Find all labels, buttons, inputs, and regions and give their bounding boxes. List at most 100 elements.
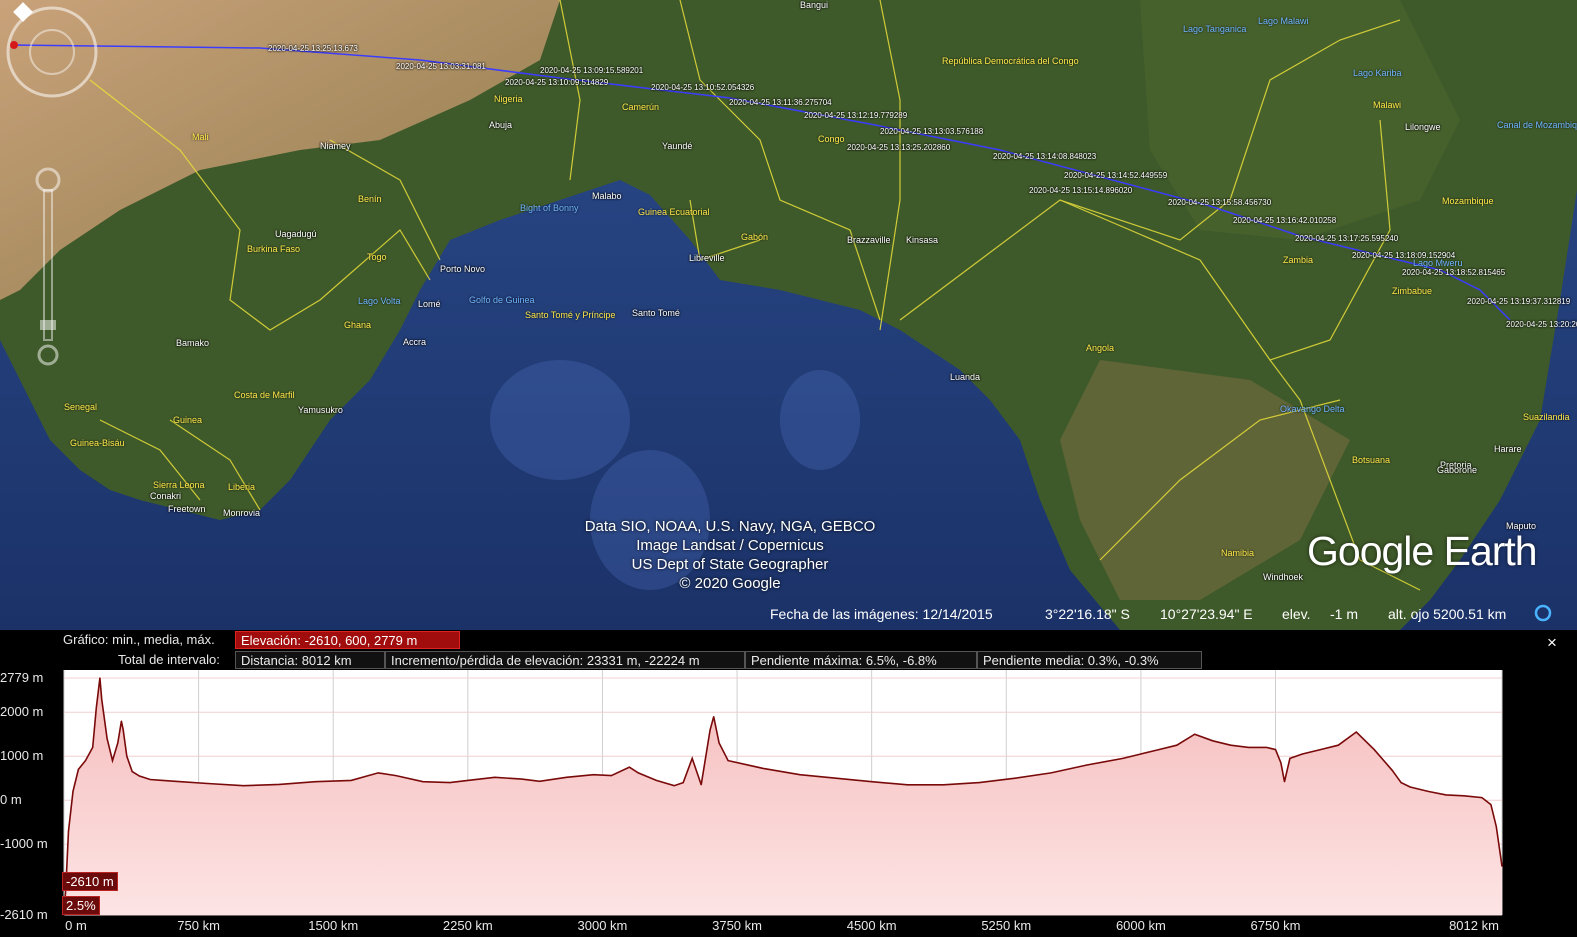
track-timestamp: 2020-04-25 13:15:58.456730 [1168, 198, 1272, 207]
elevation-point [106, 738, 108, 740]
globe-view[interactable]: Mali Nigeria Camerún Benín Burkina Faso Togo G… [0, 0, 1577, 630]
elevation-point [565, 776, 568, 778]
track-timestamp: 2020-04-25 13:13:03.576188 [880, 127, 984, 136]
track-timestamp: 2020-04-25 13:18:09.152904 [1352, 251, 1456, 260]
elevation-point [1194, 733, 1196, 735]
elevation-point [1230, 744, 1232, 746]
elevation-point [763, 767, 765, 770]
water-label: Canal de Mozambique [1497, 120, 1577, 130]
water-label: Bight of Bonny [520, 203, 579, 213]
close-profile-button[interactable]: × [1547, 633, 1557, 653]
elevation-point [99, 677, 101, 679]
track-timestamp: 2020-04-25 13:09:15.589201 [540, 66, 644, 75]
elevation-point [1050, 772, 1052, 774]
x-tick-label: 2250 km [442, 918, 493, 933]
elevation-point [1427, 790, 1429, 793]
elevation-point [691, 757, 693, 760]
google-earth-logo: Google Earth [1307, 528, 1538, 574]
country-label: Camerún [622, 102, 660, 112]
country-label: Guinea [173, 415, 203, 425]
city-label: Bamako [176, 338, 210, 348]
zoom-slider-handle[interactable] [40, 320, 56, 330]
imagery-attribution: Data SIO, NOAA, U.S. Navy, NGA, GEBCO Im… [560, 517, 900, 593]
elevation-point [1319, 749, 1321, 751]
country-label: Liberia [228, 482, 256, 492]
city-label: Accra [403, 337, 427, 347]
track-timestamp: 2020-04-25 13:13:25.202860 [847, 143, 951, 152]
elevation-point [1247, 746, 1250, 749]
x-tick-label: 3750 km [712, 918, 762, 933]
elevation-point [628, 766, 630, 768]
city-label: Malabo [592, 191, 622, 201]
country-label: Zambia [1283, 255, 1314, 265]
zoom-in-icon[interactable] [35, 167, 61, 193]
city-label: Uagadugú [275, 229, 317, 239]
elevation-point [835, 777, 837, 779]
elevation-point [1274, 749, 1277, 751]
elevation-point [709, 729, 711, 731]
graph-stats-label: Gráfico: min., media, máx. [63, 632, 215, 647]
elevation-point [1409, 786, 1411, 788]
city-label: Harare [1494, 444, 1522, 454]
x-tick-label: 6000 km [1115, 918, 1166, 933]
elevation-point [610, 774, 613, 777]
x-tick-label: 0 m [65, 918, 87, 933]
track-timestamp: 2020-04-25 13:18:52.815465 [1402, 268, 1506, 277]
country-label: Botsuana [1352, 455, 1391, 465]
elevation-point [1301, 753, 1304, 755]
elevation-point [592, 774, 595, 776]
country-label: Togo [367, 252, 387, 262]
eye-altitude: alt. ojo 5200.51 km [1388, 606, 1507, 622]
track-timestamp: 2020-04-25 13:20:20.924215 [1506, 320, 1577, 329]
elevation-point [242, 785, 245, 787]
water-label: Okavango Delta [1280, 404, 1345, 414]
distance-stat: Distancia: 8012 km [235, 651, 385, 669]
elevation-point [1289, 757, 1291, 760]
elevation-point [350, 779, 352, 782]
elevation-point [1337, 744, 1339, 746]
slope-marker: 2.5% [62, 896, 100, 915]
elevation-point [180, 781, 182, 783]
elevation-point [467, 779, 469, 782]
look-joystick-icon[interactable] [29, 29, 75, 75]
elevation-point [101, 698, 103, 700]
country-label: Ghana [344, 320, 372, 330]
elevation-point [1158, 749, 1160, 751]
city-label: Santo Tomé [632, 308, 680, 318]
track-timestamp: 2020-04-25 13:11:36.275704 [729, 98, 832, 107]
navigation-controls[interactable] [0, 0, 105, 385]
elevation-point [1495, 826, 1497, 828]
y-tick-label: 2000 m [0, 704, 44, 720]
elevation-point [84, 760, 87, 762]
city-label: Freetown [168, 504, 206, 514]
north-compass-icon[interactable] [13, 2, 33, 22]
zoom-slider[interactable] [43, 189, 53, 341]
elevation-chart[interactable] [0, 670, 1577, 937]
elevation-point [727, 760, 729, 762]
zoom-out-icon[interactable] [37, 344, 59, 366]
elevation-stats: Elevación: -2610, 600, 2779 m [235, 631, 460, 649]
elevation-point [278, 783, 280, 785]
track-timestamp: 2020-04-25 13:15:14.896020 [1029, 186, 1133, 195]
y-tick-label: 2779 m [0, 670, 44, 685]
elevation-point [1501, 865, 1503, 867]
city-label: Luanda [950, 372, 981, 382]
track-timestamp: 2020-04-25 13:16:42.010258 [1233, 216, 1337, 225]
elevation-point [131, 771, 133, 773]
elevation-point [718, 742, 720, 744]
elevation-point [449, 782, 451, 784]
attribution-line: © 2020 Google [679, 575, 781, 592]
country-label: Guinea-Bisáu [70, 438, 125, 448]
x-tick-label: 1500 km [308, 918, 359, 933]
y-tick-label: -1000 m [0, 836, 48, 852]
country-label: Angola [1086, 343, 1115, 353]
water-label: Lago Kariba [1353, 68, 1402, 78]
elevation-point [1283, 781, 1286, 783]
elevation-point [871, 781, 873, 783]
look-ring-icon[interactable] [6, 6, 98, 98]
track-timestamp: 2020-04-25 13:03:31.081 [396, 62, 486, 71]
x-tick-label: 4500 km [846, 918, 897, 933]
y-tick-label: 1000 m [0, 748, 44, 764]
elevation-point [120, 720, 123, 722]
elevation-point [206, 782, 209, 785]
